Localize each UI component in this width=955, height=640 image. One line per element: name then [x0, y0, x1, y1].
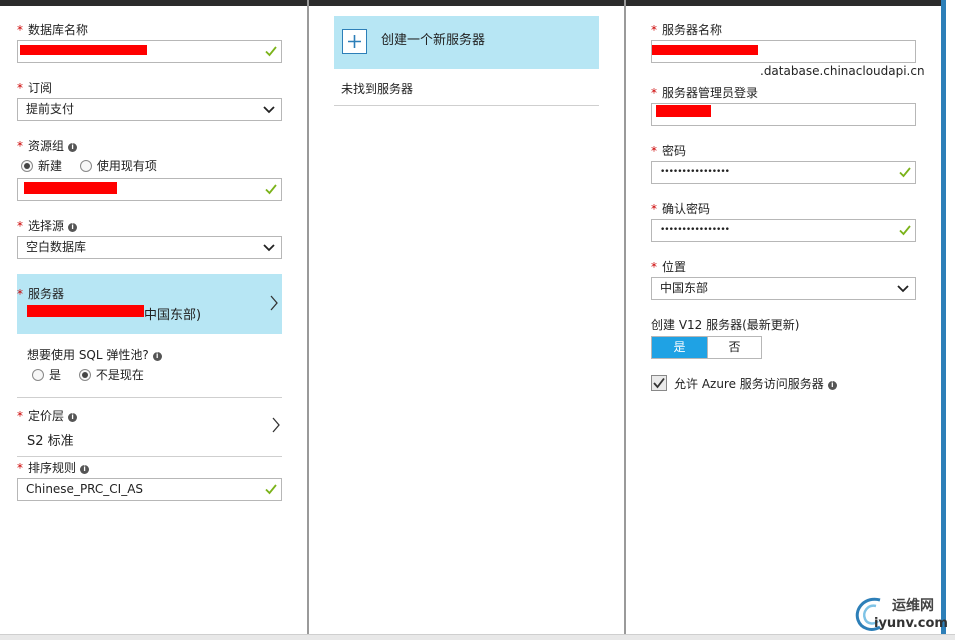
watermark-text-url: iyunv.com — [874, 616, 948, 631]
check-icon — [265, 184, 277, 195]
allow-azure-checkbox[interactable] — [651, 375, 667, 391]
confirm-password-value: •••••••••••••••• — [660, 225, 730, 235]
chevron-down-icon — [897, 285, 909, 293]
elastic-pool-question: 想要使用 SQL 弹性池? i — [27, 346, 162, 363]
subscription-label: * 订阅 — [17, 81, 53, 95]
watermark-text-cn: 运维网 — [892, 598, 934, 614]
db-name-label: * 数据库名称 — [17, 23, 89, 37]
allow-azure-label: 允许 Azure 服务访问服务器 i — [674, 375, 837, 392]
pricing-value: S2 标准 — [27, 434, 74, 449]
chevron-down-icon — [263, 244, 275, 252]
check-icon — [265, 484, 277, 495]
check-icon — [899, 225, 911, 236]
confirm-password-input[interactable]: •••••••••••••••• — [651, 219, 916, 242]
confirm-password-label: * 确认密码 — [651, 202, 711, 216]
resource-group-radios: 新建 使用现有项 — [21, 157, 171, 174]
radio-pool-yes[interactable]: 是 — [32, 368, 61, 382]
top-bar — [0, 0, 955, 6]
chevron-down-icon — [263, 106, 275, 114]
v12-yes-option[interactable]: 是 — [652, 337, 707, 358]
source-select[interactable]: 空白数据库 — [17, 236, 282, 259]
right-edge — [941, 0, 955, 640]
location-select[interactable]: 中国东部 — [651, 277, 916, 300]
server-name-label: * 服务器名称 — [651, 23, 723, 37]
server-domain-suffix: .database.chinacloudapi.cn — [760, 64, 925, 78]
v12-no-option[interactable]: 否 — [707, 337, 761, 358]
pricing-label: * 定价层 i — [17, 407, 78, 424]
info-icon[interactable]: i — [68, 413, 78, 422]
v12-label: 创建 V12 服务器(最新更新) — [651, 318, 800, 332]
server-label: * 服务器 — [17, 287, 65, 301]
location-value: 中国东部 — [660, 281, 709, 295]
subscription-value: 提前支付 — [26, 102, 75, 116]
admin-login-label: * 服务器管理员登录 — [651, 86, 759, 100]
radio-unselected-icon — [32, 369, 44, 381]
no-servers-found-text: 未找到服务器 — [341, 82, 414, 96]
info-icon[interactable]: i — [152, 352, 162, 361]
check-icon — [265, 46, 277, 57]
radio-use-existing[interactable]: 使用现有项 — [79, 159, 157, 173]
elastic-pool-radios: 是 不是现在 — [32, 366, 158, 383]
radio-pool-not-now[interactable]: 不是现在 — [78, 368, 144, 382]
source-value: 空白数据库 — [26, 240, 87, 254]
redacted-text — [656, 105, 711, 117]
password-label: * 密码 — [651, 144, 687, 158]
chevron-right-icon — [270, 295, 278, 311]
redacted-text — [20, 45, 147, 55]
bottom-bar — [0, 634, 955, 640]
collation-label: * 排序规则 i — [17, 459, 90, 476]
column-separator — [307, 0, 309, 640]
v12-toggle: 是 否 — [651, 336, 762, 359]
info-icon[interactable]: i — [80, 465, 90, 474]
chevron-right-icon — [272, 417, 280, 433]
pricing-tier-selector[interactable]: * 定价层 i S2 标准 — [17, 398, 282, 456]
redacted-text — [652, 45, 758, 55]
db-name-input[interactable] — [17, 40, 282, 63]
column-separator — [624, 0, 626, 640]
create-new-server-label: 创建一个新服务器 — [381, 33, 486, 48]
divider — [334, 105, 599, 106]
radio-unselected-icon — [79, 160, 92, 172]
radio-selected-icon — [78, 369, 91, 381]
subscription-select[interactable]: 提前支付 — [17, 98, 282, 121]
plus-icon — [342, 29, 367, 54]
info-icon[interactable]: i — [68, 143, 78, 152]
server-name-input[interactable] — [651, 40, 916, 63]
radio-new[interactable]: 新建 — [21, 159, 62, 173]
info-icon[interactable]: i — [827, 381, 837, 390]
radio-selected-icon — [21, 160, 33, 172]
source-label: * 选择源 i — [17, 217, 78, 234]
admin-login-input[interactable] — [651, 103, 916, 126]
watermark: 运维网 iyunv.com — [852, 592, 952, 636]
collation-value: Chinese_PRC_CI_AS — [26, 482, 144, 496]
create-new-server-button[interactable]: 创建一个新服务器 — [334, 16, 599, 69]
checkbox-checked-icon — [653, 377, 665, 389]
collation-input[interactable]: Chinese_PRC_CI_AS — [17, 478, 282, 501]
check-icon — [899, 167, 911, 178]
password-input[interactable]: •••••••••••••••• — [651, 161, 916, 184]
server-selector[interactable]: * 服务器 中国东部) — [17, 274, 282, 334]
password-value: •••••••••••••••• — [660, 167, 730, 177]
resource-group-input[interactable] — [17, 178, 282, 201]
divider — [17, 456, 282, 457]
location-label: * 位置 — [651, 260, 687, 274]
info-icon[interactable]: i — [68, 223, 78, 232]
resource-group-label: * 资源组 i — [17, 137, 78, 154]
redacted-text — [24, 182, 117, 194]
redacted-text — [27, 305, 144, 317]
